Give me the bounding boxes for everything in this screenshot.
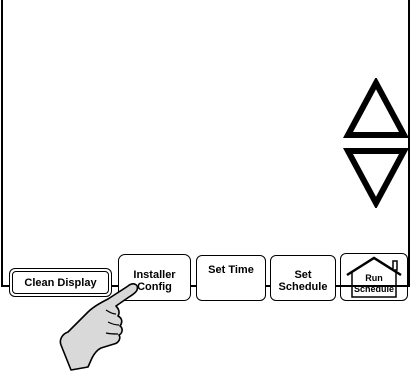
up-arrow-icon[interactable] xyxy=(343,78,409,140)
touchscreen-display xyxy=(1,0,410,287)
set-time-label: Set Time xyxy=(208,264,254,276)
set-time-button[interactable]: Set Time xyxy=(196,255,266,301)
set-schedule-label: Set Schedule xyxy=(278,269,328,293)
pointing-hand-icon xyxy=(56,272,146,377)
down-arrow-icon[interactable] xyxy=(343,146,409,208)
set-schedule-button[interactable]: Set Schedule xyxy=(270,255,336,301)
run-schedule-button[interactable]: Run Schedule xyxy=(340,253,408,301)
run-schedule-label: Run Schedule xyxy=(353,273,394,294)
